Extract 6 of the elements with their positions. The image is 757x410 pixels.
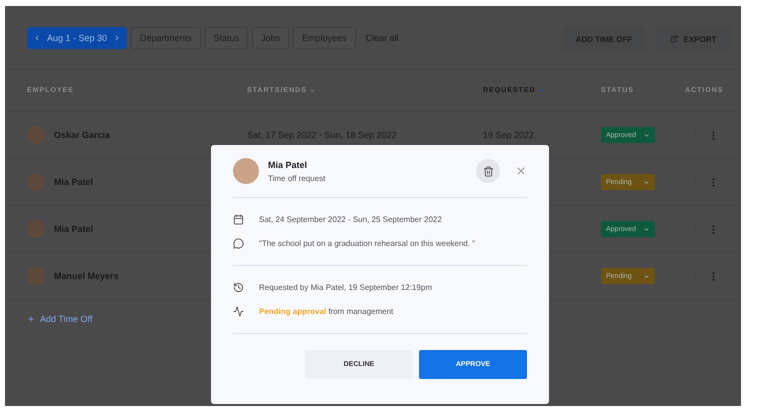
dialog-subtitle: Time off request <box>268 174 326 182</box>
approval-status-text: Pending approval from management <box>259 307 394 316</box>
note-text: "The school put on a graduation rehearsal on this weekend. " <box>259 239 476 248</box>
requested-by-text: Requested by Mia Patel, 19 September 12:19pm <box>259 283 432 292</box>
requester-name: Mia Patel <box>268 160 308 170</box>
date-range-text: Sat, 24 September 2022 - Sun, 25 September 2022 <box>259 215 442 224</box>
